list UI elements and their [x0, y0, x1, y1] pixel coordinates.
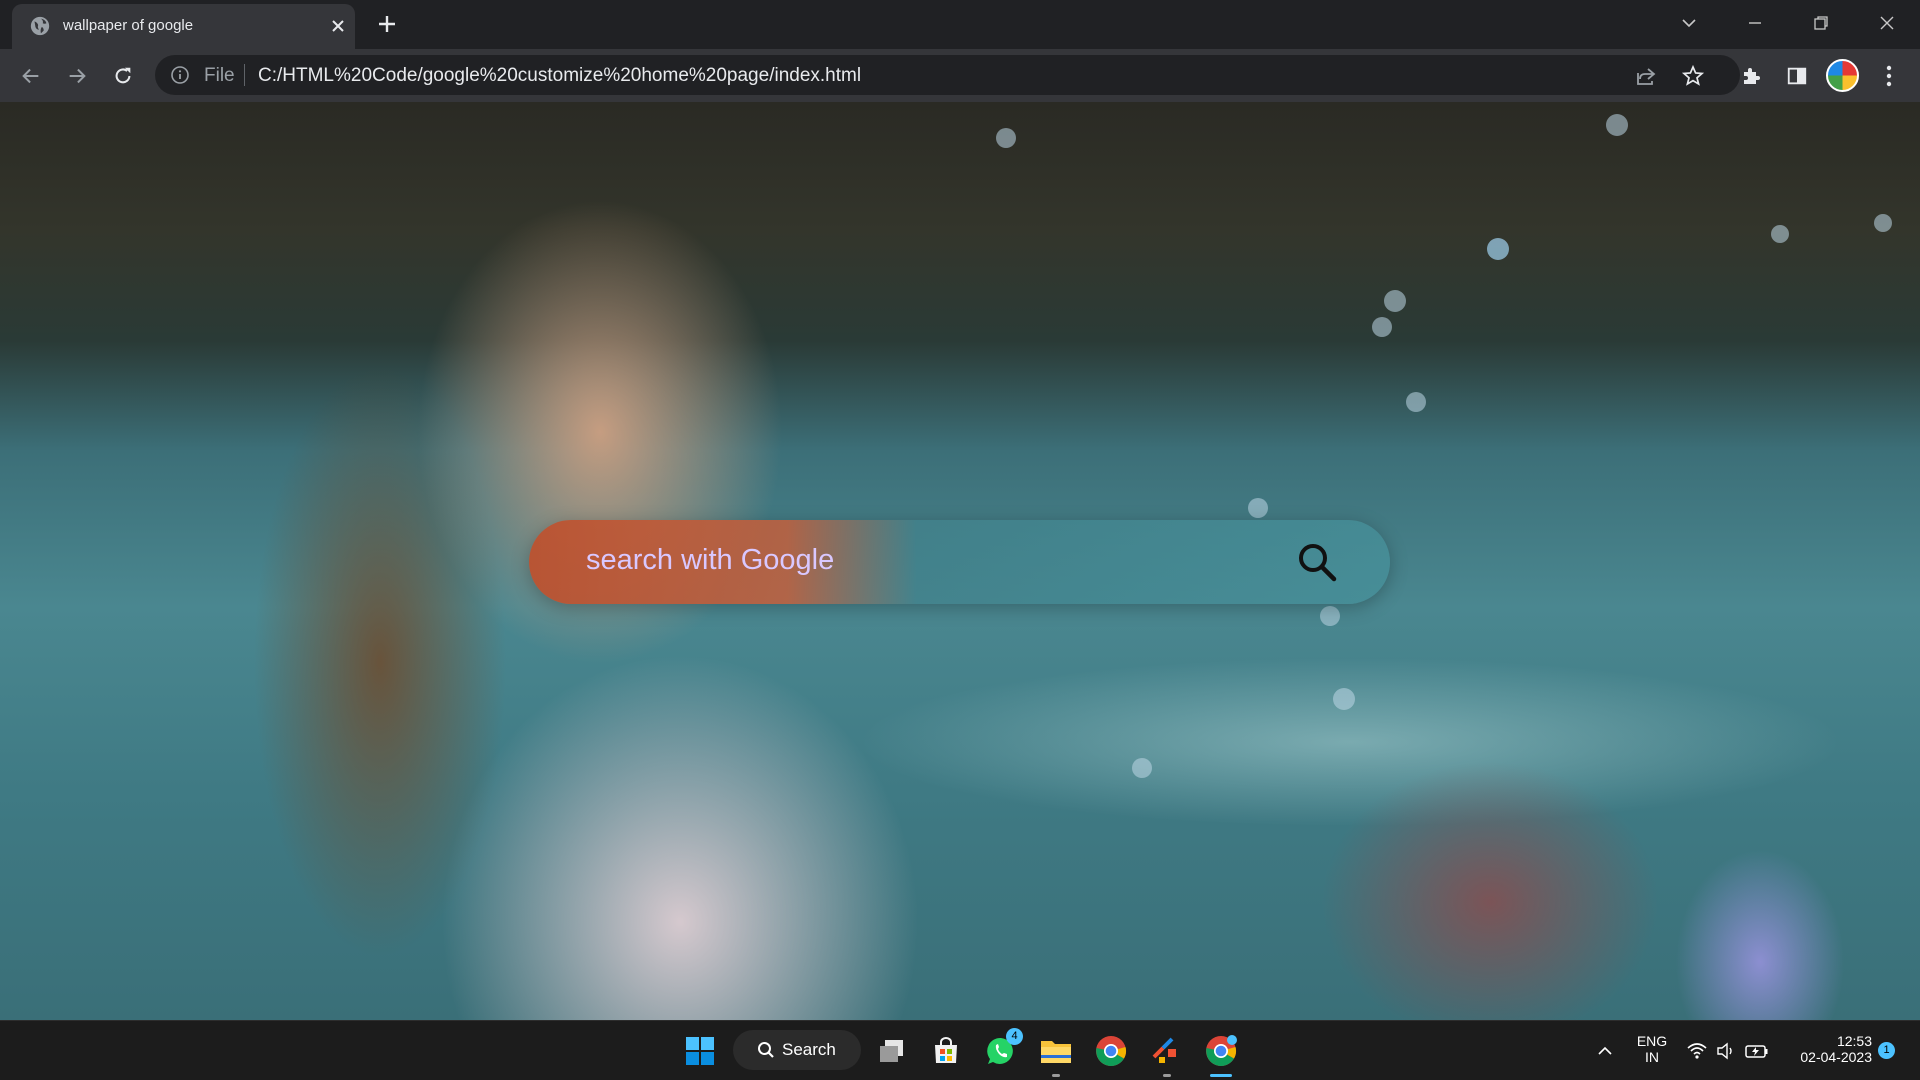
- tab-search-chevron-icon[interactable]: [1674, 8, 1704, 38]
- whatsapp-badge: 4: [1006, 1028, 1023, 1045]
- star-icon[interactable]: [1681, 64, 1705, 88]
- bokeh-light: [1606, 114, 1628, 136]
- bokeh-light: [1384, 290, 1406, 312]
- running-indicator: [1052, 1074, 1060, 1077]
- close-window-icon[interactable]: [1872, 8, 1902, 38]
- back-arrow-icon[interactable]: [16, 61, 46, 91]
- google-search-bar[interactable]: search with Google: [529, 520, 1390, 604]
- bokeh-light: [1132, 758, 1152, 778]
- running-indicator: [1163, 1074, 1171, 1077]
- bokeh-light: [1333, 688, 1355, 710]
- kebab-menu-icon[interactable]: [1874, 61, 1904, 91]
- side-panel-icon[interactable]: [1782, 61, 1812, 91]
- tab-close-icon[interactable]: [328, 16, 348, 36]
- info-icon[interactable]: [170, 65, 190, 85]
- address-bar[interactable]: File C:/HTML%20Code/google%20customize%2…: [155, 55, 1740, 95]
- tab-title: wallpaper of google: [63, 17, 194, 34]
- title-bar: wallpaper of google: [0, 0, 1920, 49]
- bokeh-light: [1372, 317, 1392, 337]
- taskbar-search-label: Search: [782, 1040, 836, 1059]
- language-code: ENG: [1636, 1033, 1668, 1049]
- restore-icon[interactable]: [1806, 8, 1836, 38]
- bokeh-light: [1406, 392, 1426, 412]
- new-tab-icon[interactable]: [375, 12, 399, 36]
- browser-toolbar: File C:/HTML%20Code/google%20customize%2…: [0, 49, 1920, 102]
- volume-icon[interactable]: [1713, 1033, 1739, 1069]
- bokeh-light: [1487, 238, 1509, 260]
- language-indicator[interactable]: ENG IN: [1630, 1033, 1674, 1065]
- profile-avatar[interactable]: [1826, 59, 1859, 92]
- clock-time: 12:53: [1836, 1033, 1872, 1049]
- bokeh-light: [1320, 606, 1340, 626]
- url-scheme-label: File: [204, 65, 235, 86]
- browser-tab[interactable]: wallpaper of google: [12, 4, 355, 49]
- globe-icon: [30, 16, 50, 36]
- bokeh-light: [1771, 225, 1789, 243]
- magnifier-icon[interactable]: [1296, 541, 1338, 583]
- region-code: IN: [1645, 1049, 1659, 1065]
- show-hidden-icons-chevron[interactable]: [1590, 1033, 1620, 1069]
- task-view-icon[interactable]: [874, 1033, 910, 1069]
- git-icon[interactable]: [1148, 1033, 1184, 1069]
- battery-icon[interactable]: [1743, 1033, 1771, 1069]
- microsoft-store-icon[interactable]: [928, 1033, 964, 1069]
- url-text[interactable]: C:/HTML%20Code/google%20customize%20home…: [258, 65, 861, 87]
- windows-start-icon[interactable]: [682, 1033, 718, 1069]
- bokeh-light: [996, 128, 1016, 148]
- taskbar-search-box[interactable]: Search: [733, 1030, 861, 1070]
- search-icon: [758, 1042, 774, 1058]
- search-input[interactable]: search with Google: [586, 544, 834, 577]
- notification-badge[interactable]: 1: [1878, 1042, 1895, 1059]
- extensions-puzzle-icon[interactable]: [1736, 61, 1766, 91]
- bokeh-light: [1248, 498, 1268, 518]
- wifi-icon[interactable]: [1684, 1033, 1710, 1069]
- page-background-wallpaper: search with Google: [0, 102, 1920, 1020]
- reload-icon[interactable]: [108, 61, 138, 91]
- clock-date: 02-04-2023: [1800, 1049, 1872, 1065]
- active-indicator: [1210, 1074, 1232, 1077]
- clock[interactable]: 12:53 02-04-2023: [1780, 1033, 1872, 1065]
- address-divider: [244, 64, 245, 86]
- file-explorer-icon[interactable]: [1038, 1033, 1074, 1069]
- minimize-icon[interactable]: [1740, 8, 1770, 38]
- forward-arrow-icon[interactable]: [62, 61, 92, 91]
- whatsapp-icon[interactable]: 4: [983, 1028, 1023, 1069]
- windows-taskbar: Search 4 ENG IN 12:53 02-04-2023 1: [0, 1020, 1920, 1080]
- chrome-dev-icon[interactable]: [1203, 1033, 1239, 1069]
- share-icon[interactable]: [1634, 64, 1658, 88]
- bokeh-light: [1874, 214, 1892, 232]
- chrome-icon[interactable]: [1093, 1033, 1129, 1069]
